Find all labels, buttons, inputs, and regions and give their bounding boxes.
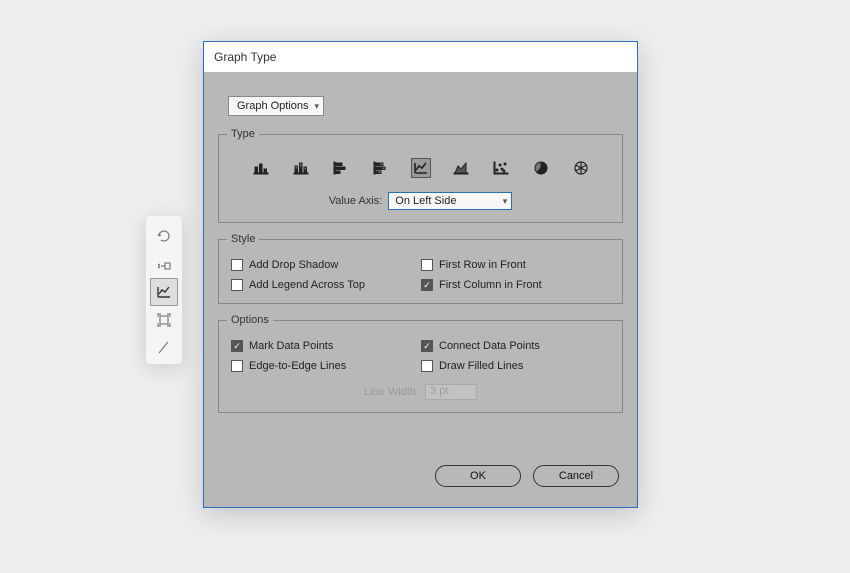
ok-button[interactable]: OK [435, 465, 521, 487]
button-row: OK Cancel [218, 423, 623, 497]
chevron-down-icon: ▾ [315, 101, 320, 112]
checkbox-drop-shadow[interactable]: Add Drop Shadow [231, 259, 421, 271]
checkbox-first-col[interactable]: First Column in Front [421, 279, 610, 291]
graph-pie-icon[interactable] [531, 158, 551, 178]
checkbox-connect-points[interactable]: Connect Data Points [421, 340, 610, 352]
tool-graph-icon[interactable] [150, 278, 178, 306]
checkbox-filled-lines[interactable]: Draw Filled Lines [421, 360, 610, 372]
graph-column-icon[interactable] [251, 158, 271, 178]
value-axis-label: Value Axis: [329, 195, 383, 207]
graph-bar-icon[interactable] [331, 158, 351, 178]
group-style: Style Add Drop Shadow First Row in Front… [218, 233, 623, 304]
graph-line-icon[interactable] [411, 158, 431, 178]
value-axis-value: On Left Side [395, 195, 456, 207]
checkbox-first-row[interactable]: First Row in Front [421, 259, 610, 271]
graph-radar-icon[interactable] [571, 158, 591, 178]
group-options: Options Mark Data Points Connect Data Po… [218, 314, 623, 413]
chevron-down-icon: ▾ [503, 196, 508, 207]
line-width-field: 3 pt [425, 384, 477, 400]
graph-stacked-bar-icon[interactable] [371, 158, 391, 178]
tool-slice-icon[interactable] [150, 334, 178, 362]
checkbox-legend-top[interactable]: Add Legend Across Top [231, 279, 421, 291]
graph-scatter-icon[interactable] [491, 158, 511, 178]
value-axis-select[interactable]: On Left Side ▾ [388, 192, 512, 210]
line-width-label: Line Width: [364, 386, 419, 398]
section-dropdown[interactable]: Graph Options ▾ [228, 96, 324, 116]
section-dropdown-label: Graph Options [237, 100, 309, 112]
cancel-button[interactable]: Cancel [533, 465, 619, 487]
value-axis-row: Value Axis: On Left Side ▾ [231, 192, 610, 210]
checkbox-mark-points[interactable]: Mark Data Points [231, 340, 421, 352]
group-style-label: Style [227, 233, 259, 245]
group-options-label: Options [227, 314, 273, 326]
graph-type-row [231, 154, 610, 192]
tool-strip [146, 216, 182, 364]
graph-type-dialog: Graph Type Graph Options ▾ Type [203, 41, 638, 508]
tool-symbol-sprayer-icon[interactable] [150, 250, 178, 278]
dialog-title: Graph Type [214, 50, 276, 64]
graph-stacked-column-icon[interactable] [291, 158, 311, 178]
dialog-body: Graph Options ▾ Type [204, 72, 637, 507]
checkbox-edge-lines[interactable]: Edge-to-Edge Lines [231, 360, 421, 372]
graph-area-icon[interactable] [451, 158, 471, 178]
group-type-label: Type [227, 128, 259, 140]
dialog-titlebar[interactable]: Graph Type [204, 42, 637, 72]
group-type: Type [218, 128, 623, 223]
line-width-row: Line Width: 3 pt [231, 384, 610, 400]
tool-artboard-icon[interactable] [150, 306, 178, 334]
tool-rotate-icon[interactable] [150, 222, 178, 250]
